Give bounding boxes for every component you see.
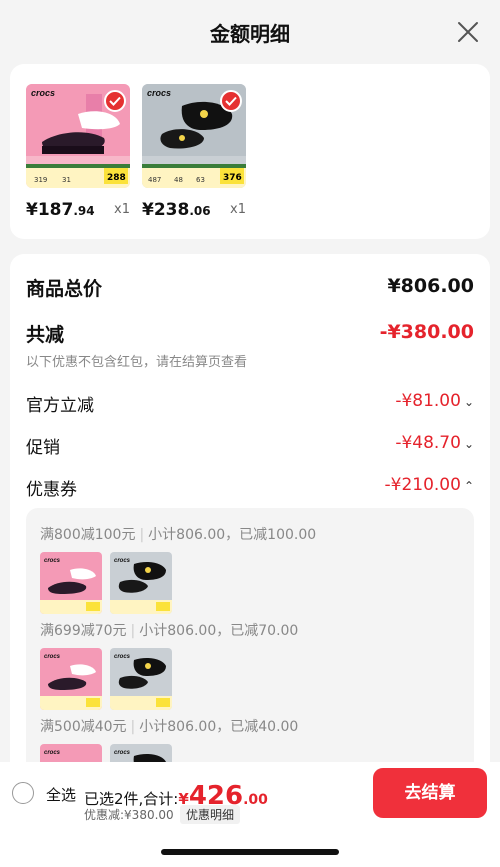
- coupon-product-thumb: crocs: [110, 552, 172, 614]
- official-label: 官方立减: [26, 396, 94, 416]
- coupon-label: 优惠券: [26, 480, 77, 500]
- svg-text:crocs: crocs: [44, 558, 61, 564]
- selected-check-icon[interactable]: [220, 90, 242, 112]
- promo-row-value[interactable]: -¥48.70 ⌄: [395, 433, 474, 453]
- coupon-product-thumb: crocs: [40, 552, 102, 614]
- reduce-note: 以下优惠不包含红包，请在结算页查看: [26, 355, 248, 370]
- chevron-down-icon[interactable]: ⌄: [464, 437, 474, 451]
- price-decimal: .94: [73, 204, 95, 218]
- divider: |: [130, 719, 136, 735]
- svg-text:487: 487: [148, 176, 161, 184]
- modal-title: 金额明细: [210, 22, 290, 46]
- promo-value: -¥48.70: [395, 433, 461, 453]
- coupon-rule-line: 满699减70元 | 小计806.00，已减70.00: [40, 620, 298, 640]
- chevron-up-icon[interactable]: ⌃: [464, 479, 474, 493]
- coupon-product-thumb: crocs: [40, 648, 102, 710]
- price-decimal: .06: [189, 204, 211, 218]
- svg-text:crocs: crocs: [114, 558, 131, 564]
- coupon-rule: 满699减70元: [40, 623, 127, 639]
- coupon-rule: 满500减40元: [40, 719, 127, 735]
- reduce-label: 共减: [26, 324, 65, 346]
- products-card: 319 31 288 crocs ¥187.94 x1 487 48 63 37…: [10, 64, 490, 239]
- select-all-label[interactable]: 全选: [46, 784, 76, 805]
- svg-text:crocs: crocs: [44, 750, 61, 756]
- select-all-radio[interactable]: [12, 782, 34, 804]
- svg-text:31: 31: [62, 176, 71, 184]
- coupon-detail: 小计806.00，已减40.00: [139, 719, 299, 735]
- svg-text:319: 319: [34, 176, 47, 184]
- product-thumbnail: 487 48 63 376 crocs: [142, 84, 246, 188]
- reduce-value: -¥380.00: [379, 321, 474, 343]
- coupon-detail: 小计806.00，已减100.00: [148, 527, 317, 543]
- product-qty: x1: [114, 202, 130, 217]
- svg-text:crocs: crocs: [114, 654, 131, 660]
- chevron-down-icon[interactable]: ⌄: [464, 395, 474, 409]
- svg-text:crocs: crocs: [44, 654, 61, 660]
- modal-header: 金额明细: [0, 0, 500, 64]
- coupon-detail-box: 满800减100元 | 小计806.00，已减100.00 crocs crocs …: [26, 508, 474, 774]
- svg-text:48: 48: [174, 176, 183, 184]
- divider: |: [130, 623, 136, 639]
- home-indicator: [161, 849, 339, 855]
- product-brand: crocs: [31, 88, 56, 98]
- product-item[interactable]: 487 48 63 376 crocs ¥238.06 x1: [142, 84, 248, 220]
- close-icon[interactable]: [456, 20, 480, 44]
- promo-label: 促销: [26, 438, 60, 458]
- coupon-rule: 满800减100元: [40, 527, 136, 543]
- product-price: ¥238.06: [142, 200, 211, 220]
- product-item[interactable]: 319 31 288 crocs ¥187.94 x1: [26, 84, 132, 220]
- total-label: 商品总价: [26, 278, 103, 300]
- product-qty: x1: [230, 202, 246, 217]
- price-summary-card: 商品总价 ¥806.00 共减 -¥380.00 以下优惠不包含红包，请在结算页…: [10, 254, 490, 774]
- total-value: ¥806.00: [387, 275, 474, 297]
- selected-check-icon[interactable]: [104, 90, 126, 112]
- coupon-rule-line: 满500减40元 | 小计806.00，已减40.00: [40, 716, 298, 736]
- product-brand: crocs: [147, 88, 172, 98]
- coupon-row-value[interactable]: -¥210.00 ⌃: [385, 475, 475, 495]
- price-integer: ¥187: [26, 200, 74, 220]
- price-integer: ¥238: [142, 200, 190, 220]
- coupon-product-thumb: crocs: [110, 648, 172, 710]
- product-price: ¥187.94: [26, 200, 95, 220]
- discount-detail-button[interactable]: 优惠明细: [180, 805, 241, 824]
- svg-text:crocs: crocs: [114, 750, 131, 756]
- svg-text:376: 376: [223, 173, 242, 183]
- svg-text:288: 288: [107, 173, 126, 183]
- coupon-detail: 小计806.00，已减70.00: [139, 623, 299, 639]
- divider: |: [139, 527, 145, 543]
- discount-text: 优惠减:¥380.00: [84, 808, 174, 822]
- checkout-button[interactable]: 去结算: [373, 768, 487, 818]
- svg-text:63: 63: [196, 176, 205, 184]
- coupon-value: -¥210.00: [384, 475, 461, 495]
- official-row-value[interactable]: -¥81.00 ⌄: [395, 391, 474, 411]
- product-thumbnail: 319 31 288 crocs: [26, 84, 130, 188]
- coupon-rule-line: 满800减100元 | 小计806.00，已减100.00: [40, 524, 316, 544]
- official-value: -¥81.00: [395, 391, 461, 411]
- checkout-bar: 全选 已选2件,合计:¥426.00 优惠减:¥380.00 优惠明细 去结算: [0, 762, 500, 867]
- total-amount-decimal: .00: [243, 792, 268, 808]
